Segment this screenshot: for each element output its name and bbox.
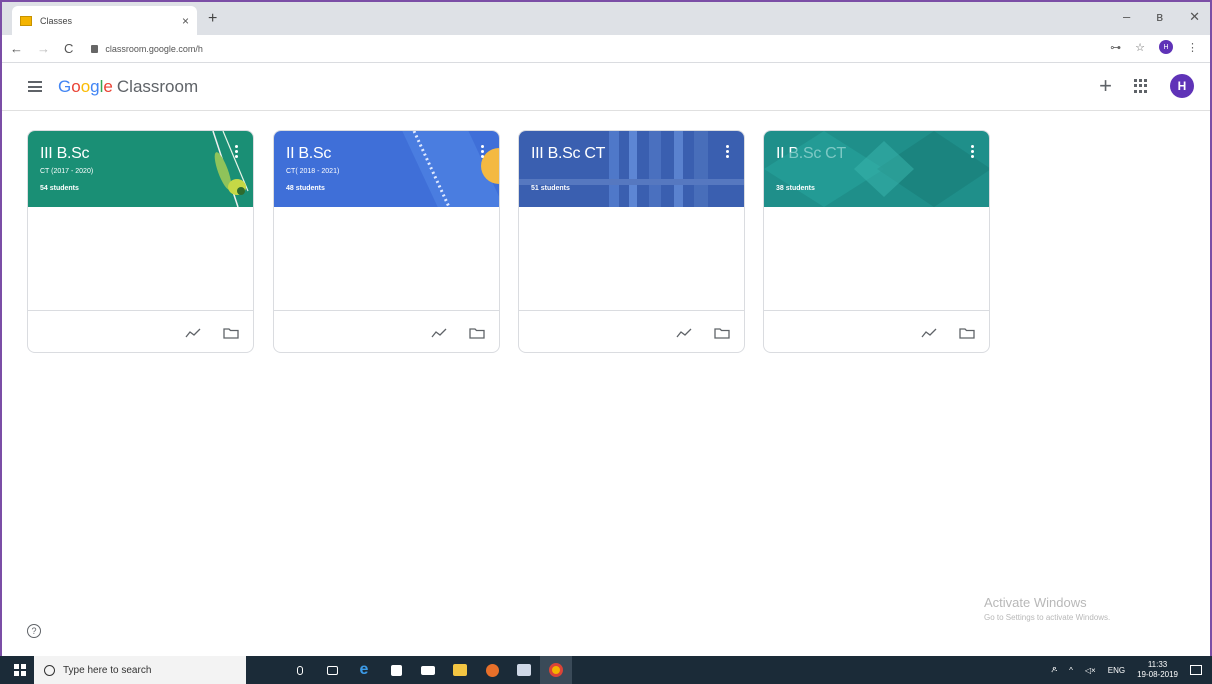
- student-count: 51 students: [531, 185, 570, 192]
- toolbar-actions: ⊶ ☆ H ⋮: [1110, 40, 1198, 54]
- class-card[interactable]: II B.Sc CT 38 students: [763, 130, 990, 353]
- class-card-header[interactable]: II B.Sc CT 38 students: [764, 131, 989, 207]
- help-icon[interactable]: ?: [27, 624, 41, 638]
- lock-icon: [91, 44, 99, 53]
- browser-tab[interactable]: Classes ×: [12, 6, 197, 35]
- action-center-icon[interactable]: [1190, 665, 1202, 675]
- plant-illustration: [212, 131, 249, 207]
- card-more-icon[interactable]: [726, 145, 730, 158]
- class-card-footer: [28, 311, 253, 352]
- chrome-icon[interactable]: [540, 656, 572, 684]
- tab-close-icon[interactable]: ×: [182, 14, 189, 28]
- watermark-subtitle: Go to Settings to activate Windows.: [984, 613, 1111, 622]
- brand-letter: g: [90, 76, 100, 96]
- brand-letter: o: [71, 76, 81, 96]
- edge-icon[interactable]: e: [348, 656, 380, 684]
- google-apps-icon[interactable]: [1134, 79, 1148, 93]
- card-more-icon[interactable]: [235, 145, 239, 158]
- taskbar-apps: e: [284, 656, 572, 684]
- folder-icon[interactable]: [469, 327, 485, 339]
- bookshelf-illustration: [519, 131, 744, 207]
- forward-arrow-icon[interactable]: →: [37, 41, 50, 56]
- class-card-body: [764, 207, 989, 311]
- back-arrow-icon[interactable]: ←: [10, 41, 23, 56]
- class-card-footer: [274, 311, 499, 352]
- classroom-favicon-icon: [20, 15, 32, 26]
- class-card-header[interactable]: III B.Sc CT (2017 - 2020) 54 students: [28, 131, 253, 207]
- browser-toolbar: ← → C classroom.google.com/h ⊶ ☆ H ⋮: [2, 35, 1210, 63]
- clock-date: 19-08-2019: [1137, 670, 1178, 679]
- window-controls: – ʙ ✕: [1123, 9, 1200, 25]
- geometric-illustration: [764, 131, 989, 207]
- trending-icon[interactable]: [185, 328, 201, 338]
- trending-icon[interactable]: [676, 328, 692, 338]
- restore-button[interactable]: ʙ: [1156, 9, 1163, 25]
- profile-avatar[interactable]: H: [1159, 40, 1173, 54]
- taskbar-search-box[interactable]: Type here to search: [34, 656, 246, 684]
- class-card-body: [274, 207, 499, 311]
- class-card[interactable]: II B.Sc CT( 2018 - 2021) 48 students: [273, 130, 500, 353]
- clock[interactable]: 11:33 19-08-2019: [1137, 660, 1178, 680]
- class-card-footer: [519, 311, 744, 352]
- add-class-button[interactable]: +: [1099, 74, 1112, 98]
- abstract-blue-illustration: [401, 131, 499, 207]
- activation-watermark: Activate Windows Go to Settings to activ…: [984, 595, 1110, 622]
- student-count: 48 students: [286, 185, 325, 192]
- folder-icon[interactable]: [714, 327, 730, 339]
- account-avatar[interactable]: H: [1170, 74, 1194, 98]
- mail-icon[interactable]: [412, 656, 444, 684]
- class-card-body: [519, 207, 744, 311]
- main-menu-icon[interactable]: [28, 81, 42, 92]
- address-bar[interactable]: classroom.google.com/h: [91, 44, 203, 54]
- trending-icon[interactable]: [431, 328, 447, 338]
- store-icon[interactable]: [380, 656, 412, 684]
- watermark-title: Activate Windows: [984, 595, 1087, 610]
- url-text: classroom.google.com/h: [105, 43, 203, 54]
- brand-letter: G: [58, 76, 72, 96]
- product-name: Classroom: [116, 76, 199, 96]
- reload-icon[interactable]: C: [64, 41, 73, 56]
- show-hidden-icons-icon[interactable]: ^: [1069, 666, 1073, 675]
- volume-icon[interactable]: ◁×: [1085, 666, 1096, 675]
- app-bar: Google Classroom + H: [2, 63, 1210, 111]
- firefox-icon[interactable]: [476, 656, 508, 684]
- close-window-button[interactable]: ✕: [1189, 9, 1200, 25]
- new-tab-button[interactable]: +: [208, 10, 217, 28]
- key-icon[interactable]: ⊶: [1110, 41, 1121, 54]
- app-logo[interactable]: Google Classroom: [58, 77, 198, 97]
- folder-icon[interactable]: [959, 327, 975, 339]
- minimize-button[interactable]: –: [1123, 9, 1130, 25]
- app-bar-actions: + H: [1099, 74, 1194, 98]
- card-more-icon[interactable]: [481, 145, 485, 158]
- tab-title: Classes: [40, 15, 73, 26]
- folder-icon[interactable]: [223, 327, 239, 339]
- trending-icon[interactable]: [921, 328, 937, 338]
- class-card-header[interactable]: III B.Sc CT 51 students: [519, 131, 744, 207]
- class-card-body: [28, 207, 253, 311]
- class-card-footer: [764, 311, 989, 352]
- class-card[interactable]: III B.Sc CT 51 students: [518, 130, 745, 353]
- windows-taskbar: Type here to search e ዶ ^ ◁× ENG 11:33 1…: [0, 656, 1212, 684]
- system-tray: ዶ ^ ◁× ENG 11:33 19-08-2019: [1051, 656, 1202, 684]
- language-indicator[interactable]: ENG: [1108, 666, 1125, 675]
- brand-letter: o: [80, 76, 91, 96]
- star-icon[interactable]: ☆: [1135, 41, 1145, 54]
- card-more-icon[interactable]: [971, 145, 975, 158]
- cortana-icon: [44, 664, 55, 676]
- task-view-icon[interactable]: [316, 656, 348, 684]
- microphone-icon[interactable]: [284, 656, 316, 684]
- search-placeholder: Type here to search: [63, 664, 152, 676]
- menu-dots-icon[interactable]: ⋮: [1187, 41, 1198, 54]
- class-card[interactable]: III B.Sc CT (2017 - 2020) 54 students: [27, 130, 254, 353]
- student-count: 54 students: [40, 185, 79, 192]
- tab-strip: Classes × + – ʙ ✕: [2, 2, 1210, 35]
- student-count: 38 students: [776, 185, 815, 192]
- people-icon[interactable]: ዶ: [1051, 665, 1057, 675]
- class-card-header[interactable]: II B.Sc CT( 2018 - 2021) 48 students: [274, 131, 499, 207]
- clock-time: 11:33: [1147, 660, 1168, 669]
- windows-start-icon[interactable]: [14, 664, 26, 676]
- file-explorer-icon[interactable]: [444, 656, 476, 684]
- brand-letter: e: [103, 76, 113, 96]
- word-icon[interactable]: [508, 656, 540, 684]
